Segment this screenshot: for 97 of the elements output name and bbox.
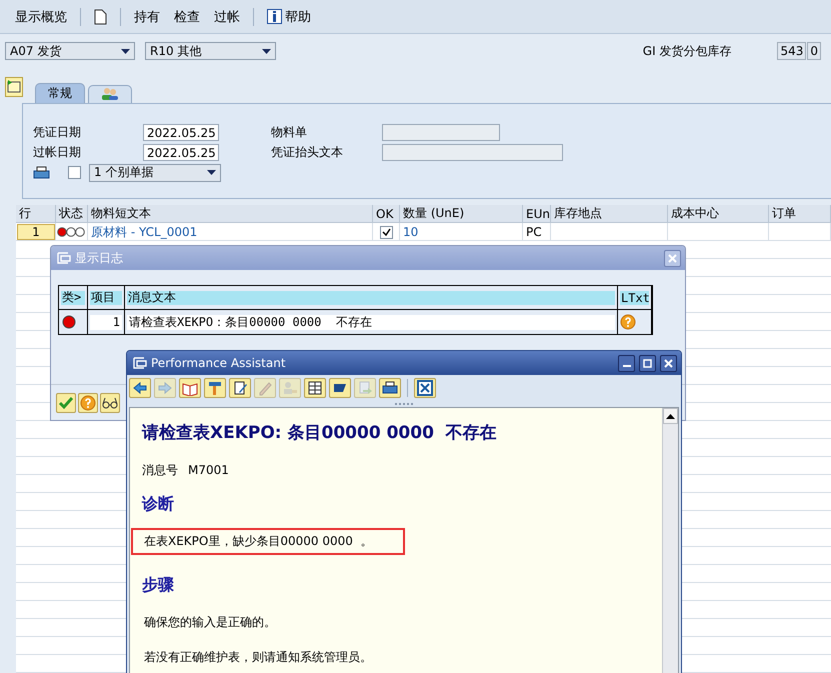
dialog-title: 显示日志	[75, 250, 124, 266]
dialog-button[interactable]	[100, 392, 120, 412]
people-icon	[101, 86, 119, 100]
close-icon	[664, 358, 673, 368]
column-header: 消息文本	[127, 290, 615, 304]
long-text-button[interactable]	[620, 312, 636, 332]
help-button[interactable]: 帮助	[262, 6, 316, 28]
toolbar-button[interactable]	[229, 378, 251, 398]
maximize-button[interactable]	[639, 354, 656, 372]
date-field[interactable]: 2022.05.25	[143, 144, 219, 161]
date-field[interactable]: 2022.05.25	[143, 124, 219, 141]
printer-icon	[382, 380, 398, 396]
close-icon	[417, 380, 433, 396]
field-label: 凭证抬头文本	[271, 144, 344, 161]
toolbar-button[interactable]: 持有	[129, 6, 165, 28]
dropdown-caret-icon	[262, 48, 271, 54]
column-header: 类>	[61, 290, 85, 304]
minimize-button[interactable]	[618, 354, 635, 372]
column-header[interactable]: 库存地点	[551, 205, 668, 223]
column-header[interactable]: EUn	[523, 205, 551, 223]
movement-code-field: 543	[777, 42, 806, 60]
person-key-icon	[282, 380, 298, 396]
minimize-icon	[622, 365, 630, 367]
section-heading: 步骤	[142, 575, 175, 594]
help-icon	[80, 394, 96, 410]
error-light-icon	[61, 315, 77, 329]
toolbar-button[interactable]	[329, 378, 351, 398]
message-text: 请检查表XEKPO：条目00000 0000 不存在	[127, 314, 615, 330]
close-button[interactable]	[660, 354, 677, 372]
help-icon	[620, 314, 636, 330]
maximize-icon	[643, 358, 652, 368]
toolbar-button[interactable]	[304, 378, 326, 398]
column-header[interactable]: 状态	[56, 205, 88, 223]
close-icon	[668, 254, 677, 262]
dropdown-caret-icon	[121, 48, 130, 54]
column-header[interactable]: 物料短文本	[88, 205, 373, 223]
text-field[interactable]	[382, 124, 500, 141]
pencil-icon	[257, 380, 273, 396]
paragraph: 确保您的输入是正确的。	[143, 614, 277, 631]
tools-icon	[207, 380, 223, 396]
dropdown-caret-icon	[207, 170, 216, 175]
window-icon	[133, 357, 147, 369]
toolbar-button[interactable]	[179, 378, 201, 398]
special-stock-field: 0	[807, 42, 821, 60]
export-icon	[357, 380, 373, 396]
panel-icon	[7, 78, 21, 92]
column-header[interactable]: 订单	[769, 205, 831, 223]
window-icon	[57, 252, 71, 264]
column-header[interactable]: 行	[16, 205, 56, 223]
toolbar-button[interactable]: 过帐	[209, 6, 245, 28]
paragraph: 若没有正确维护表，则请通知系统管理员。	[143, 649, 373, 666]
overview-toggle-button[interactable]	[5, 77, 23, 97]
field-label: 凭证日期	[33, 124, 82, 141]
toolbar-button[interactable]	[414, 378, 436, 398]
table-cell: 原材料 - YCL_0001	[88, 223, 373, 241]
traffic-light-icon	[57, 226, 85, 238]
window-title: Performance Assistant	[151, 356, 287, 370]
message-number: M7001	[188, 463, 229, 478]
tab[interactable]: 常规	[35, 83, 85, 103]
columns-icon	[307, 380, 323, 396]
table-cell: 1	[90, 314, 122, 330]
toolbar-button[interactable]: 检查	[169, 6, 205, 28]
print-checkbox[interactable]	[68, 166, 81, 179]
ok-checkbox[interactable]	[380, 226, 393, 238]
movement-type-select[interactable]: A07 发货	[5, 42, 135, 60]
column-header[interactable]: 成本中心	[668, 205, 769, 223]
message-number-label: 消息号	[142, 463, 178, 478]
up-arrow-icon	[666, 414, 675, 418]
info-icon	[267, 9, 282, 24]
row-selector-button[interactable]: 1	[17, 224, 55, 240]
reason-select[interactable]: R10 其他	[145, 42, 276, 60]
section-heading: 诊断	[142, 494, 175, 513]
checkmark-icon	[58, 394, 74, 410]
print-mode-select[interactable]: 1 个别单据	[89, 164, 221, 182]
movement-type-label: GI 发货分包库存	[642, 42, 732, 60]
toolbar-button[interactable]	[379, 378, 401, 398]
arrow-right-icon	[157, 380, 173, 396]
column-header: 项目	[90, 290, 122, 304]
field-label: 物料单	[271, 124, 308, 141]
tab[interactable]	[88, 85, 132, 103]
paragraph: 在表XEKPO里，缺少条目00000 0000 。	[131, 528, 405, 555]
toolbar-button[interactable]: 显示概览	[10, 6, 72, 28]
scroll-up-button[interactable]	[663, 408, 678, 424]
table-cell: PC	[523, 223, 551, 241]
scrollbar[interactable]	[662, 408, 678, 673]
printer-icon[interactable]	[33, 166, 50, 180]
toolbar-button[interactable]	[129, 378, 151, 398]
table-cell: 10	[400, 223, 523, 241]
field-label: 过帐日期	[33, 144, 82, 161]
message-heading: 请检查表XEKPO: 条目00000 0000 不存在	[142, 423, 498, 443]
document-pencil-icon	[232, 380, 248, 396]
document-icon	[94, 8, 107, 24]
column-header[interactable]: 数量 (UnE)	[400, 205, 523, 223]
column-header: LTxt	[620, 290, 649, 304]
column-header[interactable]: OK	[373, 205, 400, 223]
text-field[interactable]	[382, 144, 563, 161]
arrow-left-icon	[132, 380, 148, 396]
